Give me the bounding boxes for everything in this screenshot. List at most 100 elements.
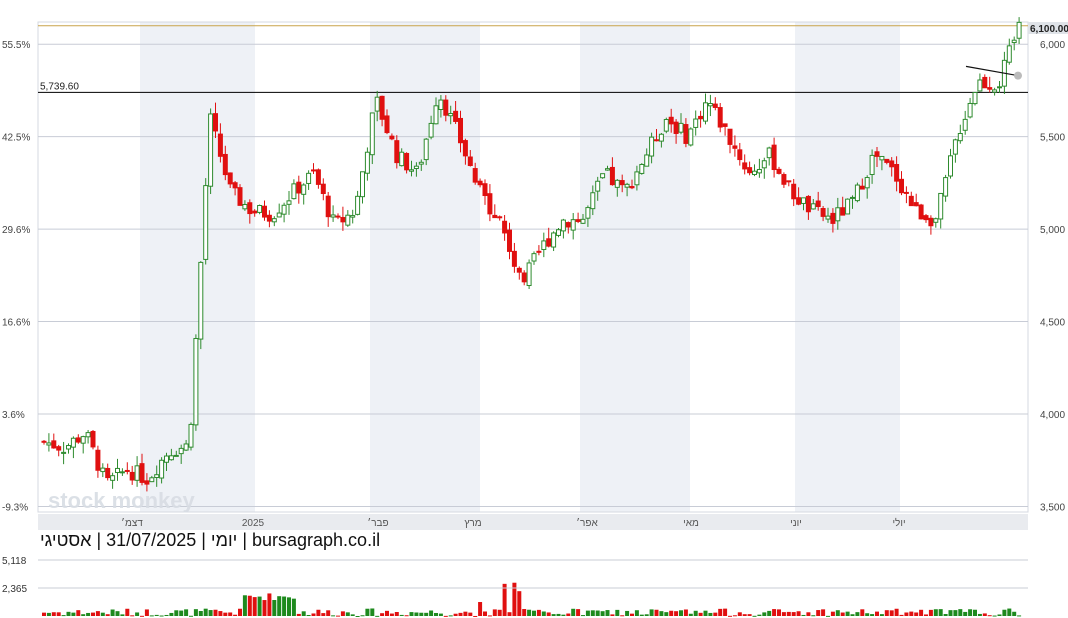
- candle-body: [100, 467, 106, 473]
- volume-bar: [953, 610, 958, 616]
- candle-body: [791, 183, 797, 200]
- volume-bar: [973, 609, 977, 616]
- volume-bar: [404, 615, 409, 617]
- volume-bar: [639, 614, 644, 616]
- volume-bar: [306, 615, 311, 617]
- volume-bar: [865, 613, 870, 616]
- candle-body: [335, 215, 341, 218]
- volume-bar: [483, 611, 487, 616]
- volume-bar: [620, 615, 625, 617]
- candle-body: [458, 117, 463, 144]
- volume-bar: [458, 612, 463, 616]
- volume-bar: [419, 612, 424, 616]
- volume-bar: [772, 609, 777, 616]
- candle-body: [369, 112, 375, 156]
- volume-bar: [203, 608, 208, 616]
- candle-body: [438, 99, 444, 110]
- candle-body: [315, 169, 321, 185]
- volume-bar: [502, 583, 507, 616]
- volume-bar: [46, 612, 51, 616]
- month-label: 2025: [242, 518, 265, 529]
- month-label: מאי: [683, 518, 699, 529]
- candle-body: [957, 132, 963, 142]
- volume-bar: [850, 614, 855, 616]
- candle-body: [737, 149, 743, 161]
- volume-bar: [336, 615, 340, 617]
- candle-body: [66, 445, 71, 450]
- candle-body: [644, 154, 650, 167]
- candle-body: [183, 443, 189, 451]
- candle-body: [962, 118, 968, 131]
- level-label: 5,739.60: [40, 81, 79, 92]
- candle-body: [654, 139, 659, 142]
- volume-bar: [811, 615, 816, 617]
- candle-body: [188, 423, 194, 448]
- volume-bar: [487, 615, 492, 617]
- volume-bar: [438, 613, 443, 616]
- volume-bar: [522, 609, 527, 616]
- volume-bar: [321, 613, 326, 616]
- candle-body: [933, 218, 939, 223]
- candle-body: [747, 167, 753, 174]
- candle-body: [781, 174, 787, 185]
- volume-bar: [791, 612, 796, 616]
- volume-bar: [801, 614, 806, 616]
- volume-bar: [115, 611, 120, 616]
- volume-bar: [61, 615, 66, 617]
- candle-body: [1016, 21, 1022, 39]
- candle-body: [972, 91, 978, 105]
- candle-body: [869, 154, 875, 176]
- candle-body: [350, 215, 356, 218]
- candle-body: [938, 192, 944, 220]
- volume-bar: [71, 612, 76, 616]
- candle-body: [943, 177, 949, 197]
- volume-bar: [213, 609, 218, 616]
- volume-bar: [644, 614, 649, 616]
- volume-bar: [806, 612, 811, 616]
- price-tick: 6,000: [1040, 40, 1065, 51]
- candle-body: [801, 197, 806, 204]
- candle-body: [384, 115, 390, 134]
- volume-bar: [434, 612, 438, 616]
- month-label: פבר׳: [367, 518, 388, 529]
- candle-body: [825, 215, 831, 220]
- candle-body: [129, 471, 135, 481]
- candle-body: [467, 156, 473, 167]
- volume-bar: [218, 611, 223, 616]
- candle-body: [884, 158, 890, 163]
- volume-bar: [777, 609, 781, 616]
- volume-bar: [287, 597, 291, 616]
- candle-body: [301, 184, 307, 195]
- candle-body: [673, 121, 679, 134]
- volume-bar: [350, 614, 355, 616]
- month-label: מרץ: [464, 518, 481, 529]
- candle-body: [399, 151, 405, 167]
- candle-body: [154, 474, 160, 479]
- candle-body: [124, 469, 130, 472]
- volume-bar: [478, 602, 483, 616]
- volume-bar: [914, 612, 919, 616]
- volume-bar: [296, 613, 301, 616]
- candle-body: [507, 229, 512, 252]
- volume-bar: [909, 611, 914, 616]
- volume-bar: [267, 593, 272, 616]
- volume-bar: [1012, 611, 1017, 616]
- candle-body: [874, 151, 880, 157]
- candle-body: [595, 180, 601, 192]
- volume-bar: [208, 610, 213, 616]
- price-tick: 4,000: [1040, 410, 1065, 421]
- volume-bar: [399, 614, 404, 616]
- candle-body: [879, 155, 885, 161]
- volume-bar: [581, 615, 585, 617]
- candle-body: [639, 163, 645, 174]
- volume-bar: [737, 612, 742, 616]
- volume-bar: [252, 597, 257, 616]
- candle-body: [320, 183, 326, 195]
- volume-bar: [997, 614, 1002, 616]
- volume-bar: [938, 609, 943, 616]
- volume-bar: [507, 612, 512, 616]
- volume-tick: 5,118: [2, 556, 27, 567]
- volume-bar: [414, 612, 419, 616]
- month-band: [795, 22, 900, 512]
- volume-bar: [76, 610, 81, 616]
